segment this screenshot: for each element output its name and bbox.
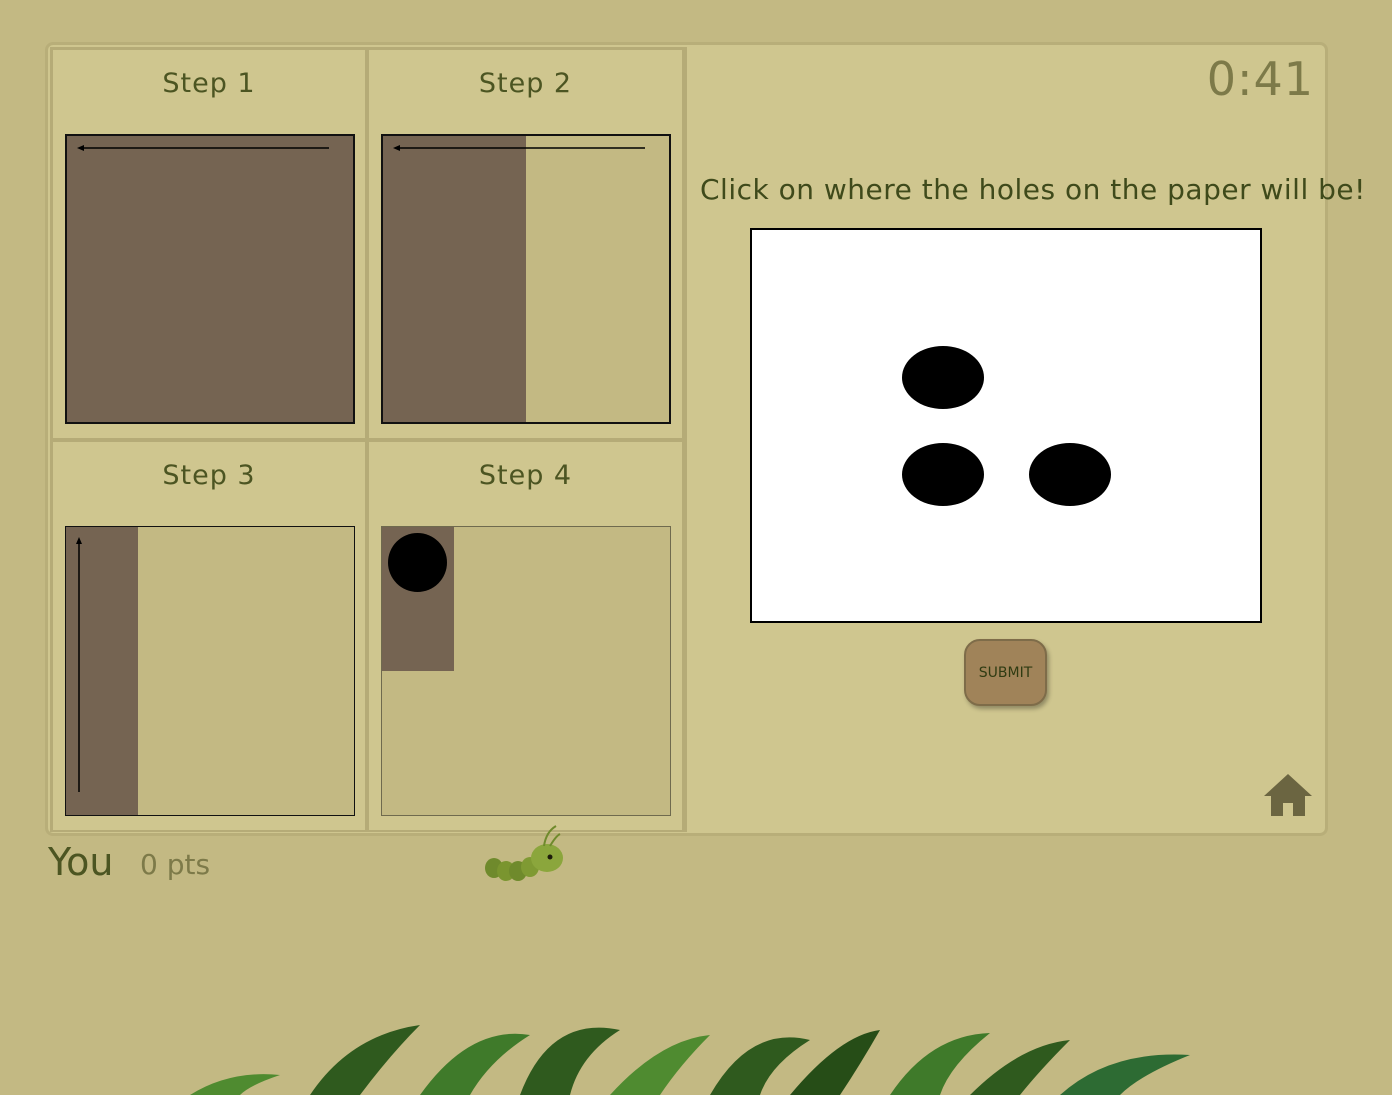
step-4-panel: Step 4 xyxy=(369,442,682,830)
placed-hole-3[interactable] xyxy=(1029,443,1111,506)
step-3-panel: Step 3 xyxy=(53,442,365,830)
countdown-timer: 0:41 xyxy=(1206,52,1314,106)
caterpillar-mascot xyxy=(485,825,563,881)
fold-left-arrow xyxy=(393,145,645,151)
fold-left-arrow xyxy=(77,145,329,151)
submit-button[interactable]: SUBMIT xyxy=(964,639,1047,706)
step-2-panel: Step 2 xyxy=(369,50,682,438)
placed-hole-1[interactable] xyxy=(902,346,984,409)
step-4-title: Step 4 xyxy=(478,460,573,491)
fold-steps-grid: Step 1 Step 2 Step 3 Step 4 xyxy=(50,47,687,832)
player-points: 0 pts xyxy=(140,848,211,881)
instruction-text: Click on where the holes on the paper wi… xyxy=(700,173,1366,206)
home-icon[interactable] xyxy=(1262,772,1314,818)
player-name: You xyxy=(48,840,114,884)
placed-hole-2[interactable] xyxy=(902,443,984,506)
answer-paper-canvas[interactable] xyxy=(750,228,1262,623)
step-1-title: Step 1 xyxy=(162,68,256,99)
step-1-paper xyxy=(65,134,355,424)
step-3-title: Step 3 xyxy=(162,460,256,491)
step-1-panel: Step 1 xyxy=(53,50,365,438)
punched-hole xyxy=(388,533,447,592)
fold-up-arrow xyxy=(76,537,82,792)
step-4-paper xyxy=(381,526,671,816)
step-2-title: Step 2 xyxy=(478,68,573,99)
step-3-paper xyxy=(65,526,355,816)
step-2-paper xyxy=(381,134,671,424)
jungle-foliage-decoration xyxy=(190,1025,1190,1095)
